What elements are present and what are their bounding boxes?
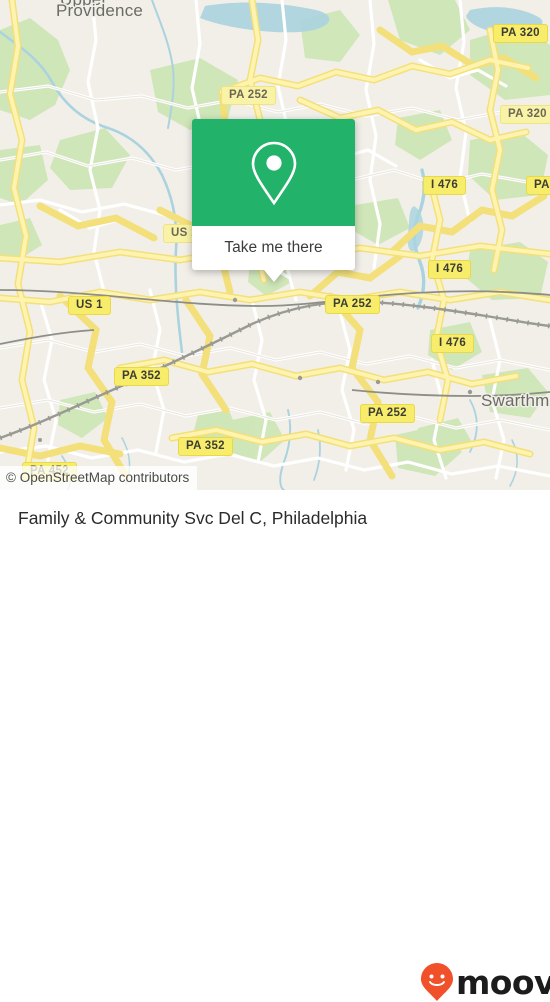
popup-header [192, 119, 355, 226]
shield-pa-252-north[interactable]: PA 252 [221, 86, 276, 105]
take-me-there-label: Take me there [224, 239, 323, 256]
shield-i-476-mid[interactable]: I 476 [428, 260, 472, 279]
shield-i-476-north[interactable]: I 476 [423, 176, 467, 195]
moovit-logo[interactable]: moovit [420, 962, 550, 1002]
map-pin-icon [251, 141, 296, 205]
shield-pa-320-east[interactable]: PA 320 [500, 105, 550, 124]
moovit-pin-icon [421, 963, 453, 1001]
shield-pa-252-south[interactable]: PA 252 [360, 404, 415, 423]
town-label-providence: Providence [56, 1, 144, 20]
moovit-wordmark: moovit [456, 962, 550, 1002]
shield-pa-320-north[interactable]: PA 320 [493, 24, 548, 43]
shield-pa-352-south[interactable]: PA 352 [178, 437, 233, 456]
footer-bar: Family & Community Svc Del C, Philadelph… [0, 490, 550, 1001]
shield-i-476-south[interactable]: I 476 [431, 334, 475, 353]
screenshot-root: Upper Providence Swarthmore PA 320 PA 25… [0, 0, 550, 1001]
map-attribution[interactable]: © OpenStreetMap contributors [0, 466, 198, 490]
shield-us-1-west[interactable]: US 1 [68, 296, 111, 315]
shield-pa-252-mid[interactable]: PA 252 [325, 295, 380, 314]
shield-pa-352-west[interactable]: PA 352 [114, 367, 169, 386]
location-popup[interactable]: Take me there [192, 119, 355, 282]
town-label-swarthmore: Swarthmore [481, 391, 550, 410]
map-canvas[interactable]: Upper Providence Swarthmore PA 320 PA 25… [0, 0, 550, 490]
shield-pa-4-clipped[interactable]: PA 4 [526, 176, 550, 195]
popup-pointer [263, 270, 284, 282]
place-title: Family & Community Svc Del C, Philadelph… [18, 508, 368, 528]
take-me-there-button[interactable]: Take me there [192, 226, 355, 270]
